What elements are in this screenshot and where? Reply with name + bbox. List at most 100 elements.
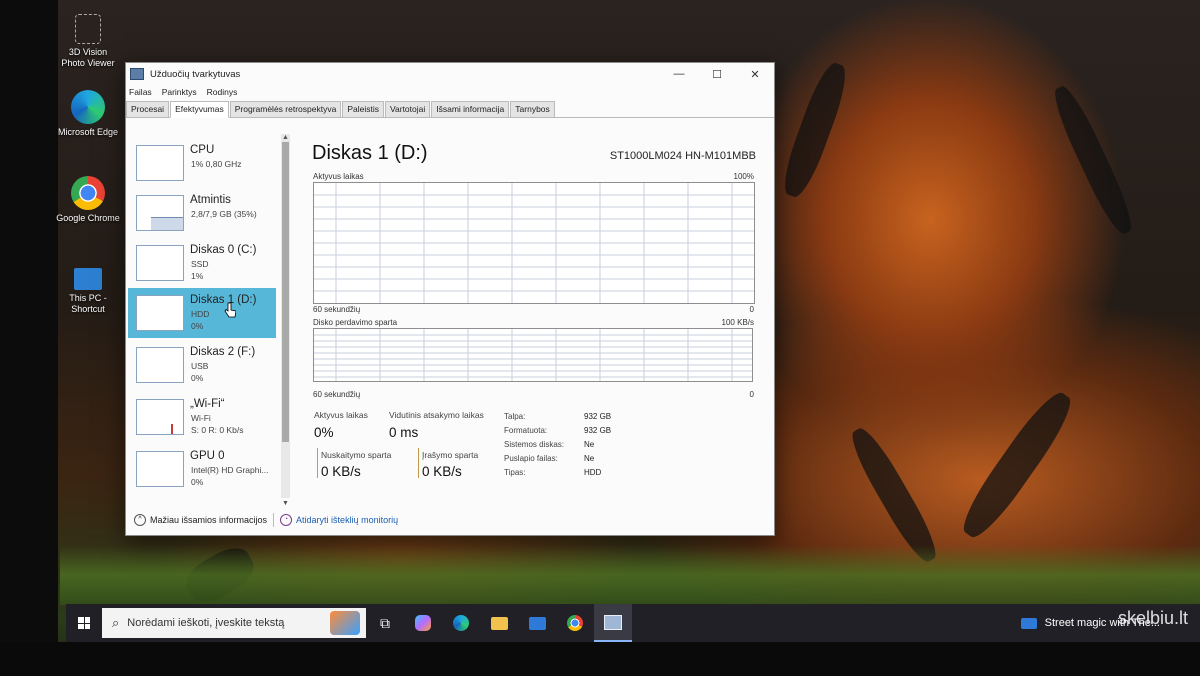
disk-model: ST1000LM024 HN-M101MBB [609,150,756,162]
search-highlight-icon [330,611,360,635]
close-button[interactable]: ✕ [736,63,774,85]
maximize-icon: ☐ [712,68,722,81]
start-button[interactable] [66,604,102,642]
tab-performance[interactable]: Efektyvumas [170,101,229,118]
sidebar-scrollbar[interactable]: ▲ ▼ [281,134,290,507]
sidebar-item-usage: 0% [191,373,204,383]
sidebar-item-wifi[interactable]: „Wi-Fi“ Wi-Fi S: 0 R: 0 Kb/s [128,392,276,442]
sidebar-item-usage: 1% [191,271,204,281]
search-icon: ⌕ [112,615,120,630]
watermark-logo: skelbiu.lt [1117,608,1188,628]
graph2-label: Disko perdavimo sparta [313,318,398,327]
sidebar-item-cpu[interactable]: CPU 1% 0,80 GHz [128,138,276,188]
sidebar-item-label: „Wi-Fi“ [190,398,225,410]
chrome-taskbar-button[interactable] [556,604,594,642]
graph2-xlabel: 60 sekundžių [313,390,361,399]
sidebar-item-detail: Wi-Fi [191,413,211,423]
sidebar-item-usage: 0% [191,477,204,487]
desktop-icon-label: Google Chrome [56,213,120,223]
desktop-icon-photo-viewer[interactable]: 3D Vision Photo Viewer [56,14,120,69]
graph2-min: 0 [749,390,754,399]
monitor-bezel [0,0,58,676]
copilot-button[interactable] [404,604,442,642]
desktop-icon-label: Microsoft Edge [57,127,119,137]
minimize-icon: — [673,68,685,80]
wifi-thumbnail [136,399,184,435]
menu-options[interactable]: Parinktys [162,87,197,97]
hand-cursor-icon [224,302,236,318]
resource-sidebar: CPU 1% 0,80 GHz Atmintis 2,8/7,9 GB (35%… [128,134,278,502]
task-manager-icon [604,614,622,630]
tab-app-history[interactable]: Programėlės retrospektyva [229,101,342,117]
maximize-button[interactable]: ☐ [698,63,736,85]
fewer-details-button[interactable]: ^ Mažiau išsamios informacijos [134,514,267,526]
chevron-up-icon[interactable]: ▲ [281,134,290,142]
graph1-label: Aktyvus laikas [313,172,364,181]
desktop-icon-label: This PC - Shortcut [69,293,107,314]
window-footer: ^ Mažiau išsamios informacijos ◔ Atidary… [126,505,774,535]
tab-users[interactable]: Vartotojai [384,101,431,117]
prop-page-file-value: Ne [584,454,595,463]
mail-icon [528,616,546,630]
footer-divider [273,513,275,527]
desktop-icon-chrome[interactable]: Google Chrome [56,176,120,224]
sidebar-item-disk-2[interactable]: Diskas 2 (F:) USB 0% [128,340,276,390]
video-play-icon [1020,617,1037,629]
menu-bar: Failas Parinktys Rodinys [126,85,774,99]
fewer-details-label: Mažiau išsamios informacijos [150,515,268,525]
edge-taskbar-button[interactable] [442,604,480,642]
sidebar-item-gpu[interactable]: GPU 0 Intel(R) HD Graphi... 0% [128,444,276,494]
tab-services[interactable]: Tarnybos [510,101,555,117]
sidebar-item-disk-0[interactable]: Diskas 0 (C:) SSD 1% [128,238,276,288]
sidebar-item-usage: S: 0 R: 0 Kb/s [191,425,244,435]
sidebar-item-label: Diskas 2 (F:) [190,346,256,358]
title-bar[interactable]: Užduočių tvarkytuvas — ☐ ✕ [126,63,774,85]
tab-processes[interactable]: Procesai [126,101,170,117]
sidebar-item-memory[interactable]: Atmintis 2,8/7,9 GB (35%) [128,188,276,238]
taskbar-search-box[interactable]: ⌕ Norėdami ieškoti, įveskite tekstą [102,608,366,638]
copilot-icon [415,615,431,631]
edge-icon [71,90,105,124]
desktop-icon-this-pc[interactable]: This PC - Shortcut [56,262,120,315]
file-explorer-button[interactable] [480,604,518,642]
windows-logo-icon [78,617,90,629]
taskbar: ⌕ Norėdami ieškoti, įveskite tekstą ⧉ St… [66,604,1200,642]
monitor-bezel-bottom [0,642,1200,676]
menu-view[interactable]: Rodinys [207,87,238,97]
task-manager-taskbar-button[interactable] [594,604,632,642]
active-time-graph [313,182,755,304]
prop-formatted-value: 932 GB [584,426,612,435]
tab-details[interactable]: Išsami informacija [431,101,510,117]
sidebar-item-detail: SSD [191,259,209,269]
response-time-value: 0 ms [389,425,419,440]
sidebar-item-detail: Intel(R) HD Graphi... [191,465,269,475]
memory-thumbnail [136,195,184,231]
desktop-icon-edge[interactable]: Microsoft Edge [56,90,120,138]
menu-file[interactable]: Failas [129,87,152,97]
sidebar-item-label: Diskas 0 (C:) [190,244,257,256]
chevron-up-icon: ^ [134,514,146,526]
minimize-button[interactable]: — [660,63,698,85]
scrollbar-thumb[interactable] [282,142,289,442]
tab-bar: Procesai Efektyvumas Programėlės retrosp… [126,101,774,118]
open-resource-monitor-label: Atidaryti išteklių monitorių [296,515,399,525]
mail-button[interactable] [518,604,556,642]
active-time-value: 0% [314,425,334,440]
sidebar-item-detail: USB [191,361,209,371]
disk-0-thumbnail [136,245,184,281]
task-manager-icon [130,68,144,80]
tab-startup[interactable]: Paleistis [342,101,384,117]
sidebar-item-disk-1[interactable]: Diskas 1 (D:) HDD 0% [128,288,276,338]
cpu-thumbnail [136,145,184,181]
write-speed-value: 0 KB/s [422,464,462,479]
sidebar-item-detail: 1% 0,80 GHz [191,159,242,169]
window-title: Užduočių tvarkytuvas [150,68,241,80]
sidebar-item-detail: HDD [191,309,210,319]
wallpaper-grass [60,545,1200,605]
prop-system-disk-value: Ne [584,440,595,449]
task-view-button[interactable]: ⧉ [366,604,404,642]
desktop-icon-label: 3D Vision Photo Viewer [61,47,115,68]
this-pc-icon [74,268,102,290]
open-resource-monitor-link[interactable]: ◔ Atidaryti išteklių monitorių [280,514,398,526]
prop-capacity-key: Talpa: [504,412,526,421]
